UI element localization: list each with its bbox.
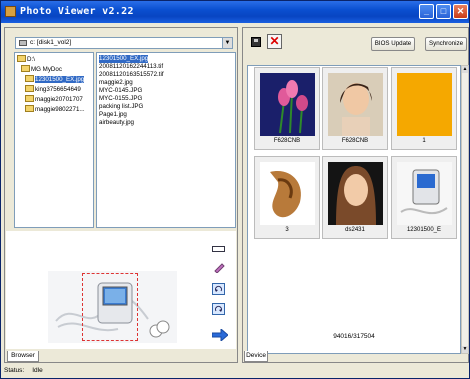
thumbnail-caption: 12301500_E [406, 227, 442, 233]
status-bar: Status: Idle [4, 367, 51, 374]
thumbnail[interactable]: 1 [391, 67, 457, 150]
tree-item-label: D:\ [27, 56, 35, 63]
chevron-down-icon[interactable]: ▼ [222, 38, 232, 48]
thumbnail[interactable]: 12301500_E [391, 156, 457, 239]
delete-icon[interactable]: ✕ [267, 34, 282, 49]
close-button[interactable]: ✕ [453, 4, 468, 19]
tree-item[interactable]: D:\ [17, 55, 35, 64]
status-label: Status: [4, 367, 25, 374]
title-bar[interactable]: Photo Viewer v2.22 _ □ ✕ [1, 1, 469, 23]
thumbnail[interactable]: F628CNB [322, 67, 388, 150]
tree-item[interactable]: MG MyDoc [21, 65, 62, 74]
drive-icon [19, 40, 27, 46]
image-preview-panel [6, 231, 236, 349]
maximize-button[interactable]: □ [436, 4, 451, 19]
thumbnail-caption: F628CNB [341, 138, 369, 144]
tree-item-selected[interactable]: 12301500_EX.jpg [25, 75, 85, 84]
scroll-down-icon[interactable]: ▼ [462, 346, 468, 353]
drive-select-value: c: [disk1_vol2] [30, 39, 72, 46]
status-value: Idle [32, 367, 43, 374]
file-item-selected[interactable]: 12301500_EX.jpg [99, 55, 149, 63]
file-item[interactable]: Page1.jpg [99, 111, 127, 119]
rotate-left-icon[interactable] [212, 283, 225, 295]
thumbnail-image-mp3-player [397, 162, 452, 225]
thumbnail-caption: ds2431 [345, 227, 365, 233]
thumbnail[interactable]: ds2431 [322, 156, 388, 239]
tree-item-label: maggie20701707 [35, 96, 83, 103]
synchronize-button[interactable]: Synchronize [425, 37, 467, 51]
thumbnail[interactable]: 3 [254, 156, 320, 239]
save-icon[interactable] [251, 37, 261, 47]
crop-icon[interactable] [212, 246, 225, 252]
eraser-icon[interactable] [212, 261, 225, 274]
tree-item-label: MG MyDoc [31, 66, 62, 73]
folder-icon [25, 95, 34, 102]
arrow-right-icon[interactable] [211, 327, 229, 343]
file-item[interactable]: 20081120162244113.tif [99, 63, 163, 71]
folder-icon [25, 85, 34, 92]
file-item[interactable]: MYC-0145.JPG [99, 87, 142, 95]
thumbnail-image-tulips [260, 73, 315, 136]
file-item[interactable]: airbeauty.jpg [99, 119, 134, 127]
file-item[interactable]: MYC-0155.JPG [99, 95, 142, 103]
thumbnail[interactable]: F628CNB [254, 67, 320, 150]
folder-icon [17, 55, 26, 62]
tree-item-label: maggie9802271... [35, 106, 85, 113]
folder-tree: D:\ MG MyDoc 12301500_EX.jpg king3756654… [14, 52, 94, 228]
app-icon [5, 6, 16, 17]
window-title: Photo Viewer v2.22 [20, 6, 134, 17]
tree-item[interactable]: maggie20701707 [25, 95, 83, 104]
thumbnail-caption: F628CNB [273, 138, 301, 144]
bios-update-button[interactable]: BIOS Update [371, 37, 415, 51]
thumbnail-image-orange [397, 73, 452, 136]
thumbnail-scrollbar[interactable]: ▲ ▼ [461, 65, 469, 354]
folder-open-icon [25, 75, 34, 82]
folder-icon [21, 65, 30, 72]
browser-pane: c: [disk1_vol2] ▼ D:\ MG MyDoc 12301500_… [4, 27, 238, 363]
drive-select[interactable]: c: [disk1_vol2] ▼ [15, 37, 233, 49]
tree-item-label: 12301500_EX.jpg [35, 76, 85, 83]
thumbnail-caption: 3 [285, 227, 289, 233]
file-item[interactable]: maggie2.jpg [99, 79, 133, 87]
folder-icon [25, 105, 34, 112]
photo-viewer-window: Photo Viewer v2.22 _ □ ✕ c: [disk1_vol2]… [0, 0, 470, 379]
tab-device[interactable]: Device [244, 351, 268, 362]
thumbnail-caption: 1 [422, 138, 426, 144]
file-item[interactable]: 20081120163515572.tif [99, 71, 164, 79]
tree-item-label: king3756654649 [35, 86, 81, 93]
file-list: 12301500_EX.jpg 20081120162244113.tif 20… [96, 52, 236, 228]
device-pane: ✕ BIOS Update Synchronize F628CNB F628CN… [242, 27, 469, 363]
tree-item[interactable]: maggie9802271... [25, 105, 85, 114]
tab-browser[interactable]: Browser [7, 351, 39, 362]
rotate-right-icon[interactable] [212, 303, 225, 315]
tree-item[interactable]: king3756654649 [25, 85, 81, 94]
minimize-button[interactable]: _ [419, 4, 434, 19]
crop-selection-rect[interactable] [82, 273, 138, 341]
thumbnail-image-food [260, 162, 315, 225]
file-item[interactable]: packing list.JPG [99, 103, 143, 111]
scroll-up-icon[interactable]: ▲ [462, 66, 468, 73]
device-capacity: 94016/317504 [333, 333, 375, 340]
thumbnail-image-portrait [328, 73, 383, 136]
thumbnail-image-woman [328, 162, 383, 225]
device-thumbnail-grid: F628CNB F628CNB 1 3 ds2431 12301500_E [247, 65, 461, 354]
